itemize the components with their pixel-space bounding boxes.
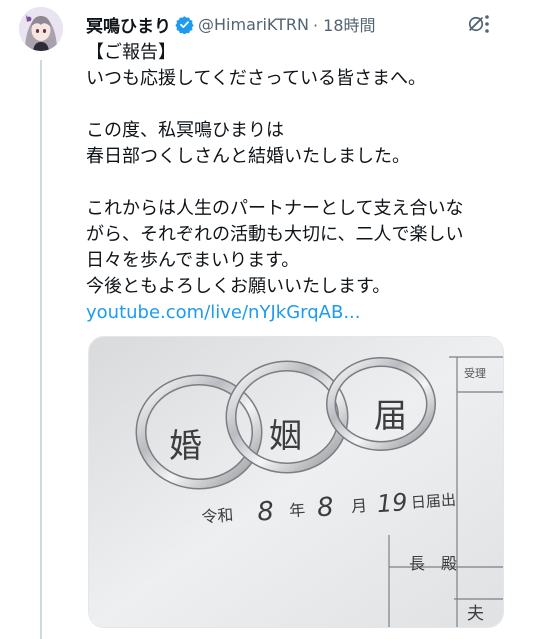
more-options-icon[interactable]: [478, 12, 496, 36]
avatar[interactable]: [19, 7, 63, 51]
doc-char-kon: 婚: [169, 426, 202, 465]
tweet-time[interactable]: · 18時間: [313, 12, 376, 36]
doc-char-todoke: 届: [374, 396, 407, 435]
tweet-line: これからは人生のパートナーとして支え合いな: [86, 198, 464, 219]
thread-line: [40, 60, 42, 639]
tweet-text: 【ご報告】 いつも応援してくださっている皆さまへ。 この度、私冥鳴ひまりは 春日…: [86, 40, 526, 326]
tweet-line: 今後ともよろしくお願いいたします。: [86, 276, 391, 297]
tweet-line: いつも応援してくださっている皆さまへ。: [86, 68, 427, 89]
date-suffix: 日届出: [410, 491, 456, 512]
date-era: 令和: [201, 505, 234, 526]
date-month-unit: 月: [350, 496, 367, 516]
avatar-image: [19, 7, 63, 51]
tweet-line: 春日部つくしさんと結婚いたしました。: [86, 146, 410, 167]
author-name[interactable]: 冥鳴ひまり: [86, 12, 171, 37]
tweet-line: 日々を歩んでまいります。: [86, 250, 300, 271]
date-day: 19: [376, 488, 408, 518]
youtube-link[interactable]: youtube.com/live/nYJkGrqAB...: [86, 300, 526, 326]
date-year: 8: [256, 497, 275, 528]
tweet-photo[interactable]: 受理 婚 姻 届 令和 8 年 8 月 19 日届出 長 殿 夫: [88, 336, 504, 628]
corner-label: 受理: [464, 367, 486, 380]
office-text: 長 殿: [409, 554, 457, 573]
doc-char-husband: 夫: [467, 604, 484, 624]
tweet-line: 【ご報告】: [86, 42, 176, 63]
date-year-unit: 年: [289, 500, 306, 520]
author-handle[interactable]: @HimariKTRN: [198, 15, 309, 34]
tweet-header: 冥鳴ひまり @HimariKTRN · 18時間: [86, 12, 534, 37]
verified-badge-icon: [175, 15, 194, 34]
doc-char-in: 姻: [269, 416, 302, 455]
date-month: 8: [316, 492, 335, 523]
tweet-line: この度、私冥鳴ひまりは: [86, 120, 284, 141]
tweet-line: がら、それぞれの活動も大切に、二人で楽しい: [86, 224, 464, 245]
wedding-rings-photo: 受理 婚 姻 届 令和 8 年 8 月 19 日届出 長 殿 夫: [89, 337, 503, 627]
